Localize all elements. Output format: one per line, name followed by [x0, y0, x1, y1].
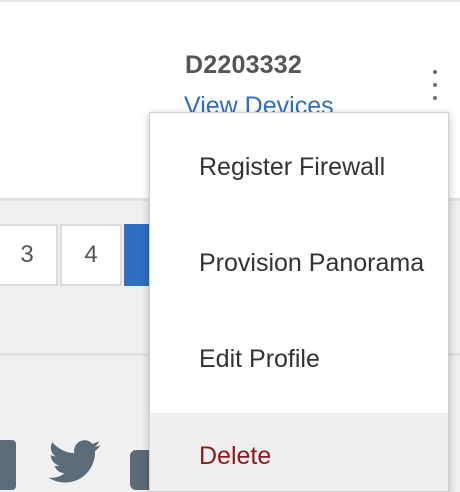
menu-item-provision-panorama[interactable]: Provision Panorama [150, 215, 448, 311]
kebab-dot [433, 70, 437, 74]
kebab-dot [433, 83, 437, 87]
menu-item-register-firewall[interactable]: Register Firewall [150, 119, 448, 215]
more-options-icon[interactable] [426, 70, 444, 100]
device-id: D2203332 [185, 51, 302, 79]
twitter-icon[interactable] [48, 440, 102, 484]
page-button-4[interactable]: 4 [60, 224, 122, 286]
menu-item-delete[interactable]: Delete [150, 413, 448, 491]
kebab-dot [433, 96, 437, 100]
actions-menu: Register Firewall Provision Panorama Edi… [149, 112, 449, 492]
menu-item-edit-profile[interactable]: Edit Profile [150, 311, 448, 407]
linkedin-icon[interactable] [0, 440, 16, 490]
page-button-3[interactable]: 3 [0, 224, 58, 286]
